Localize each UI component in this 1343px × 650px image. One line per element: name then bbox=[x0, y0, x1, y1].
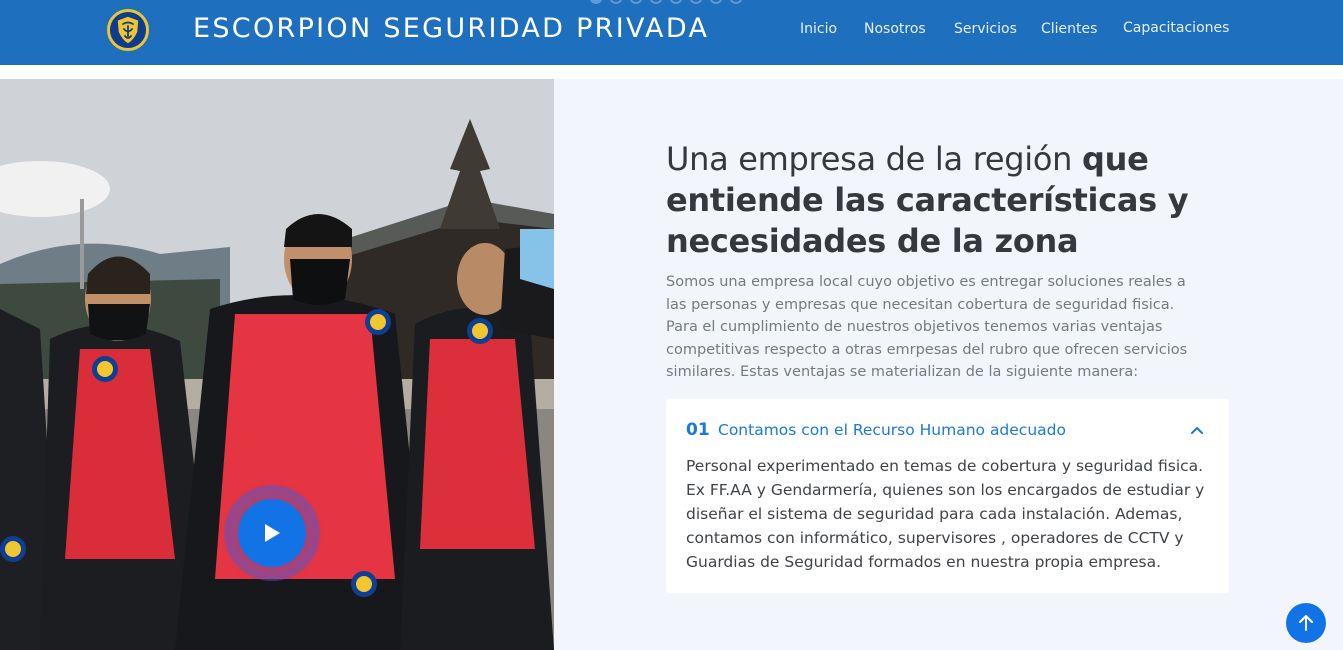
back-to-top-button[interactable] bbox=[1286, 603, 1326, 643]
play-icon bbox=[265, 524, 280, 542]
about-title-light: Una empresa de la región bbox=[666, 140, 1082, 178]
about-title: Una empresa de la región que entiende la… bbox=[666, 139, 1206, 262]
about-description: Somos una empresa local cuyo objetivo es… bbox=[666, 274, 1188, 381]
accordion-item: 01 Contamos con el Recurso Humano adecua… bbox=[666, 399, 1229, 593]
team-photo-video bbox=[0, 79, 554, 650]
nav-item-nosotros[interactable]: Nosotros bbox=[864, 21, 926, 37]
nav-item-clientes[interactable]: Clientes bbox=[1041, 21, 1097, 37]
carousel-dot[interactable] bbox=[690, 0, 702, 4]
play-video-button[interactable] bbox=[238, 499, 306, 567]
accordion-item-body: Personal experimentado en temas de cober… bbox=[686, 457, 1205, 571]
nav-item-inicio[interactable]: Inicio bbox=[800, 21, 837, 37]
arrow-up-icon bbox=[1299, 615, 1313, 631]
header-spacer bbox=[0, 65, 1343, 79]
accordion-item-title[interactable]: Contamos con el Recurso Humano adecuado bbox=[718, 421, 1066, 439]
nav-item-capacitaciones[interactable]: Capacitaciones bbox=[1123, 20, 1229, 36]
carousel-dot[interactable] bbox=[730, 0, 742, 4]
carousel-dot[interactable] bbox=[710, 0, 722, 4]
carousel-dot[interactable] bbox=[590, 0, 602, 4]
carousel-dot[interactable] bbox=[670, 0, 682, 4]
accordion-item-number[interactable]: 01 bbox=[686, 420, 710, 440]
chevron-up-icon[interactable] bbox=[1188, 421, 1206, 439]
site-header: ESCORPION SEGURIDAD PRIVADA Inicio Nosot… bbox=[0, 0, 1343, 65]
carousel-dot[interactable] bbox=[630, 0, 642, 4]
carousel-dot[interactable] bbox=[650, 0, 662, 4]
nav-item-servicios[interactable]: Servicios bbox=[954, 21, 1017, 37]
scorpion-shield-logo-icon[interactable] bbox=[107, 9, 149, 51]
carousel-indicators bbox=[590, 0, 742, 4]
brand-name[interactable]: ESCORPION SEGURIDAD PRIVADA bbox=[193, 13, 709, 44]
carousel-dot[interactable] bbox=[610, 0, 622, 4]
